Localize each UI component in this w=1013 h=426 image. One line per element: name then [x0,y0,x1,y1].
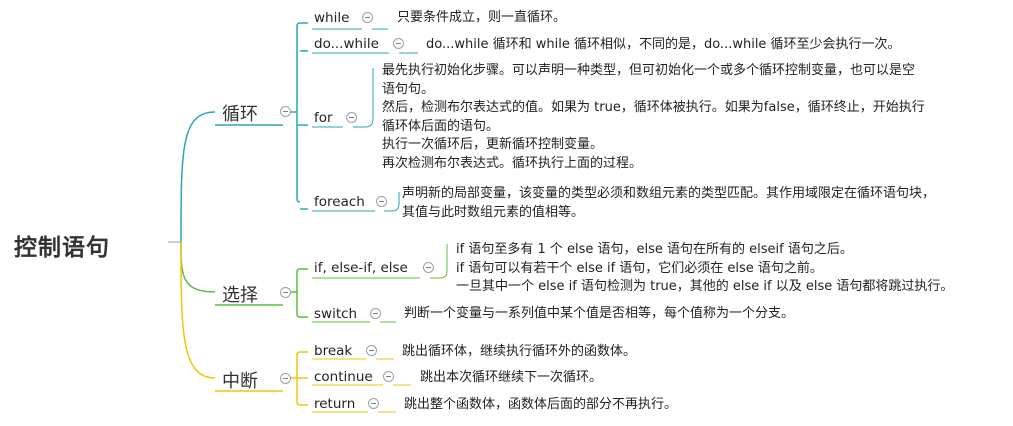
collapse-continue-button[interactable] [383,371,394,382]
node-switch[interactable]: switch [314,306,357,322]
desc-line: 一旦其中一个 else if 语句检测为 true，其他的 else if 以及… [456,279,954,294]
collapse-switch-button[interactable] [370,308,381,319]
root-label: 控制语句 [14,235,110,261]
node-for-label: for [314,110,333,126]
branch-interrupt-label: 中断 [222,371,258,392]
collapse-break-button[interactable] [366,345,377,356]
node-continue[interactable]: continue [314,369,373,385]
desc-line: 跳出本次循环继续下一次循环。 [420,370,603,385]
collapse-select-button[interactable] [280,287,291,298]
branch-interrupt[interactable]: 中断 [222,367,258,393]
desc-line: 声明新的局部变量，该变量的类型必须和数组元素的类型匹配。其作用域限定在循环语句块… [402,186,936,201]
node-break[interactable]: break [314,343,352,359]
desc-line: 语句句。 [382,81,435,97]
branch-select-label: 选择 [222,285,258,306]
node-do-while-label: do...while [314,36,379,52]
branch-loop-label: 循环 [222,104,258,125]
desc-line: 只要条件成立，则一直循环。 [397,10,567,25]
root-topic[interactable]: 控制语句 [14,228,110,262]
node-if-else-label: if, else-if, else [314,260,408,276]
desc-for: 最先执行初始化步骤。可以声明一种类型，但可初始化一个或多个循环控制变量，也可以是… [382,62,925,173]
collapse-interrupt-button[interactable] [280,373,291,384]
desc-while: 只要条件成立，则一直循环。 [397,9,566,28]
collapse-do-while-button[interactable] [393,38,404,49]
desc-foreach: 声明新的局部变量，该变量的类型必须和数组元素的类型匹配。其作用域限定在循环语句块… [402,185,935,222]
desc-switch: 判断一个变量与一系列值中某个值是否相等，每个值称为一个分支。 [404,305,794,324]
desc-line: 然后，检测布尔表达式的值。如果为 true，循环体被执行。如果为false，循环… [382,100,925,115]
desc-line: 判断一个变量与一系列值中某个值是否相等，每个值称为一个分支。 [404,306,795,321]
desc-line: 最先执行初始化步骤。可以声明一种类型，但可初始化一个或多个循环控制变量，也可以是… [382,63,916,78]
desc-return: 跳出整个函数体，函数体后面的部分不再执行。 [404,396,677,415]
desc-break: 跳出循环体，继续执行循环外的函数体。 [402,343,636,362]
node-return[interactable]: return [314,396,355,412]
node-do-while[interactable]: do...while [314,36,379,52]
desc-line: 执行一次循环后，更新循环控制变量。 [382,137,604,152]
node-switch-label: switch [314,306,358,322]
node-while-label: while [314,10,350,26]
collapse-return-button[interactable] [368,398,379,409]
desc-line: do...while 循环和 while 循环相似，不同的是，do...whil… [426,37,901,52]
branch-loop[interactable]: 循环 [222,100,258,126]
desc-line: 跳出循环体，继续执行循环外的函数体。 [402,344,637,359]
node-foreach-label: foreach [314,194,365,210]
desc-line: 其值与此时数组元素的值相等。 [402,204,585,220]
desc-line: if 语句可以有若干个 else if 语句，它们必须在 else 语句之前。 [456,260,823,276]
node-break-label: break [314,343,353,359]
desc-line: 跳出整个函数体，函数体后面的部分不再执行。 [404,397,678,412]
desc-line: 再次检测布尔表达式。循环执行上面的过程。 [382,155,643,171]
collapse-if-else-button[interactable] [423,262,434,273]
collapse-while-button[interactable] [362,12,373,23]
desc-continue: 跳出本次循环继续下一次循环。 [420,369,602,388]
node-while[interactable]: while [314,10,349,26]
collapse-for-button[interactable] [346,112,357,123]
branch-select[interactable]: 选择 [222,281,258,307]
collapse-foreach-button[interactable] [376,196,387,207]
desc-line: 循环体后面的语句。 [382,118,500,134]
node-if-else[interactable]: if, else-if, else [314,260,408,276]
desc-do-while: do...while 循环和 while 循环相似，不同的是，do...whil… [426,36,901,55]
node-return-label: return [314,396,356,412]
collapse-loop-button[interactable] [280,106,291,117]
desc-if-else: if 语句至多有 1 个 else 语句，else 语句在所有的 elseif … [456,241,953,297]
desc-line: if 语句至多有 1 个 else 语句，else 语句在所有的 elseif … [456,242,853,257]
node-foreach[interactable]: foreach [314,194,365,210]
node-continue-label: continue [314,369,373,385]
node-for[interactable]: for [314,110,333,126]
